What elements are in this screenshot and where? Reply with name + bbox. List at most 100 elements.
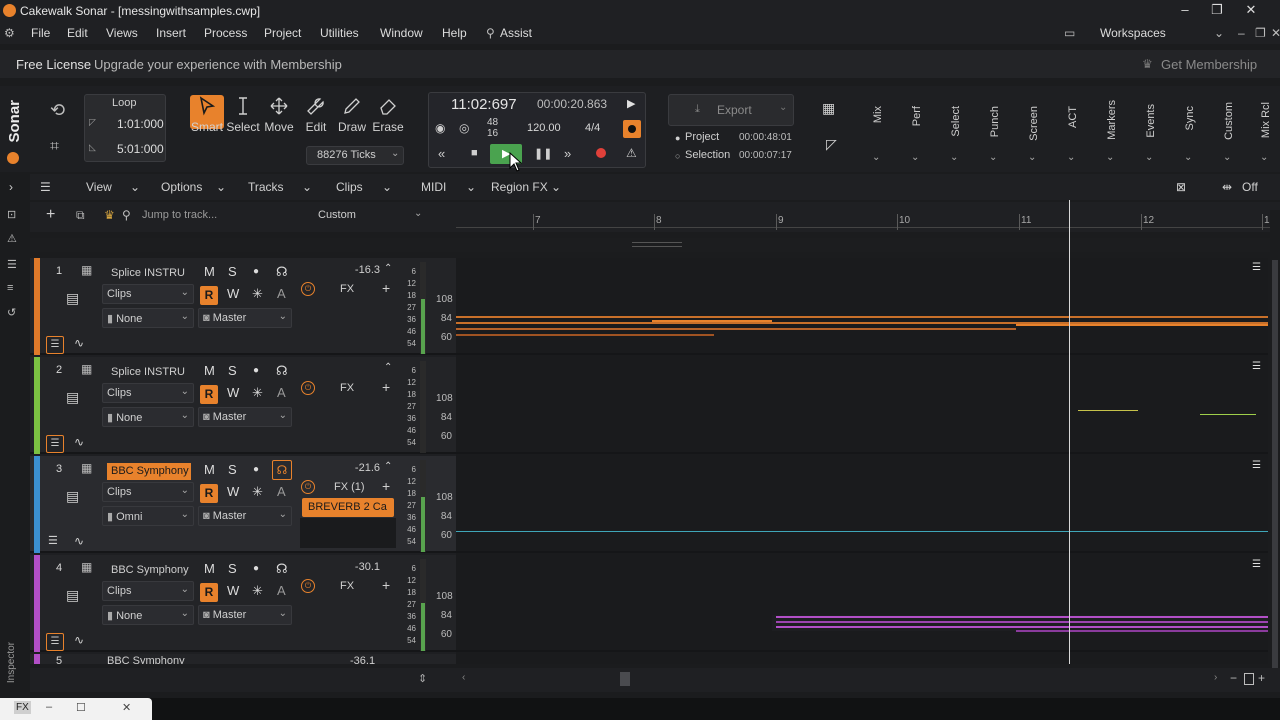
zoom-vertical-icon[interactable]: ⇕	[418, 672, 427, 685]
fx-floating-window[interactable]: FX – ☐ ✕	[0, 698, 152, 720]
mute-button[interactable]: M	[204, 264, 215, 279]
track-3[interactable]: 3 ▦ BBC Symphony M S ● ☊ ▤ Clips ⌄ R W ✳ …	[30, 456, 456, 553]
clips-pane[interactable]: ☰ ☰ ☰ ☰	[456, 258, 1268, 664]
arm-record-icon[interactable]: ●	[253, 365, 259, 376]
input-echo-icon[interactable]: ☊	[272, 460, 292, 480]
add-fx-icon[interactable]: +	[382, 577, 390, 593]
fx-bin[interactable]: ⏻ FX +	[300, 379, 396, 399]
fx-bin[interactable]: ⏻ FX +	[300, 280, 396, 300]
add-fx-icon[interactable]: +	[382, 280, 390, 296]
module-screen[interactable]: Screen ⌄	[1016, 90, 1052, 170]
track-name[interactable]: BBC Symphony	[107, 463, 191, 480]
menu-views[interactable]: Views	[106, 26, 138, 40]
doc-close-icon[interactable]: ✕	[1271, 26, 1280, 40]
input-echo-icon[interactable]: ☊	[276, 363, 288, 379]
fx-power-icon[interactable]: ⏻	[301, 480, 315, 494]
solo-button[interactable]: S	[228, 264, 237, 279]
vertical-scrollbar[interactable]	[1270, 210, 1280, 680]
loop-end[interactable]: 5:01:000	[117, 142, 164, 156]
scroll-left-icon[interactable]: ‹	[462, 672, 465, 683]
layout-icon[interactable]: ▭	[1064, 26, 1075, 40]
add-fx-icon[interactable]: +	[382, 478, 390, 494]
volume-readout[interactable]: -16.3	[350, 264, 380, 276]
undo-history-icon[interactable]: ↺	[7, 306, 16, 319]
scroll-right-icon[interactable]: ›	[1214, 672, 1217, 683]
fast-forward-icon[interactable]: »	[564, 146, 571, 161]
fx-window-minimize-icon[interactable]: –	[46, 701, 52, 713]
fx-power-icon[interactable]: ⏻	[301, 282, 315, 296]
scroll-thumb[interactable]	[1272, 260, 1278, 680]
workspaces-dropdown[interactable]: Workspaces	[1086, 26, 1166, 40]
volume-readout[interactable]: -21.6	[350, 462, 380, 474]
automation-lane-icon[interactable]: ∿	[74, 435, 84, 449]
custom-dropdown[interactable]: Custom	[318, 209, 356, 221]
loop-range-icon[interactable]: ⌗	[50, 138, 59, 156]
browser-icon[interactable]: ⊡	[7, 208, 16, 221]
mixer-icon[interactable]: ☰	[7, 258, 17, 271]
automation-mode-icon[interactable]: ✳	[252, 484, 263, 500]
fx-bin[interactable]: ⏻ FX (1) +	[300, 478, 396, 498]
warning-icon[interactable]: ⚠	[7, 232, 17, 245]
track-4[interactable]: 4 ▦ BBC Symphony M S ● ☊ ▤ Clips ⌄ R W ✳ …	[30, 555, 456, 652]
automation-mode-icon[interactable]: ✳	[252, 583, 263, 599]
menu-process[interactable]: Process	[204, 26, 247, 40]
menu-utilities[interactable]: Utilities	[320, 26, 359, 40]
module-events[interactable]: Events ⌄	[1133, 90, 1169, 170]
automation-lane-icon[interactable]: ∿	[74, 336, 84, 350]
add-track-icon[interactable]: +	[46, 206, 55, 224]
module-act[interactable]: ACT ⌄	[1055, 90, 1091, 170]
track-name[interactable]: BBC Symphony	[107, 562, 191, 579]
solo-button[interactable]: S	[228, 561, 237, 576]
automation-a-button[interactable]: A	[277, 583, 286, 598]
metronome-toggle-icon[interactable]: ⚠	[626, 146, 637, 160]
snap-dropdown[interactable]: 88276 Ticks ⌄	[306, 146, 404, 165]
read-automation-button[interactable]: R	[200, 286, 218, 305]
menu-project[interactable]: Project	[264, 26, 301, 40]
meter-top[interactable]: 48	[487, 117, 498, 128]
tempo-dial-icon[interactable]: ◎	[459, 121, 469, 135]
module-sync[interactable]: Sync ⌄	[1172, 90, 1208, 170]
output-dropdown[interactable]: ◙ Master ⌄	[198, 407, 292, 427]
export-button[interactable]: ⤓ Export ⌄	[668, 94, 794, 126]
snapshot-icon[interactable]: ▦	[822, 100, 835, 117]
module-punch[interactable]: Punch ⌄	[977, 90, 1013, 170]
collapse-chevron-icon[interactable]: ⌃	[384, 362, 392, 373]
fx-plugin-slot[interactable]: BREVERB 2 Ca	[302, 498, 394, 517]
draw-tool[interactable]: Draw	[335, 96, 369, 134]
region-fx-menu[interactable]: Region FX	[491, 180, 548, 194]
write-automation-button[interactable]: W	[227, 583, 239, 598]
output-dropdown[interactable]: ◙ Master ⌄	[198, 605, 292, 625]
mute-button[interactable]: M	[204, 561, 215, 576]
automation-mode-icon[interactable]: ✳	[252, 385, 263, 401]
mute-button[interactable]: M	[204, 363, 215, 378]
inspector-tab[interactable]: Inspector	[6, 642, 17, 683]
read-automation-button[interactable]: R	[200, 583, 218, 602]
time-signature[interactable]: 4/4	[585, 122, 600, 134]
arm-record-icon[interactable]: ●	[253, 464, 259, 475]
close-button[interactable]: ✕	[1236, 2, 1266, 18]
write-automation-button[interactable]: W	[227, 286, 239, 301]
track-1[interactable]: 1 ▦ Splice INSTRU M S ● ☊ ▤ Clips ⌄ R W ✳…	[30, 258, 456, 355]
meter-bottom[interactable]: 16	[487, 128, 498, 139]
zoom-slider[interactable]	[1244, 673, 1254, 685]
clips-dropdown[interactable]: Clips ⌄	[102, 383, 194, 403]
track-5[interactable]: 5 BBC Symphony -36.1	[30, 654, 456, 664]
module-select[interactable]: Select ⌄	[938, 90, 974, 170]
collapse-chevron-icon[interactable]: ⌃	[384, 461, 392, 472]
automation-a-button[interactable]: A	[277, 385, 286, 400]
input-echo-icon[interactable]: ☊	[276, 264, 288, 280]
arm-record-icon[interactable]: ●	[253, 266, 259, 277]
output-dropdown[interactable]: ◙ Master ⌄	[198, 506, 292, 526]
track-inspector-button[interactable]: ☰	[46, 336, 64, 354]
collapse-chevron-icon[interactable]: ⌃	[384, 263, 392, 274]
track-inspector-button[interactable]: ☰	[48, 534, 58, 547]
clips-dropdown[interactable]: Clips ⌄	[102, 482, 194, 502]
menu-window[interactable]: Window	[380, 26, 423, 40]
mute-button[interactable]: M	[204, 462, 215, 477]
now-time-marker[interactable]	[1069, 200, 1070, 664]
write-automation-button[interactable]: W	[227, 484, 239, 499]
track-name[interactable]: Splice INSTRU	[107, 265, 191, 282]
fx-window-maximize-icon[interactable]: ☐	[76, 701, 86, 714]
restore-button[interactable]: ❐	[1202, 2, 1232, 18]
scroll-sync-icon[interactable]: ⇹	[1222, 180, 1232, 194]
